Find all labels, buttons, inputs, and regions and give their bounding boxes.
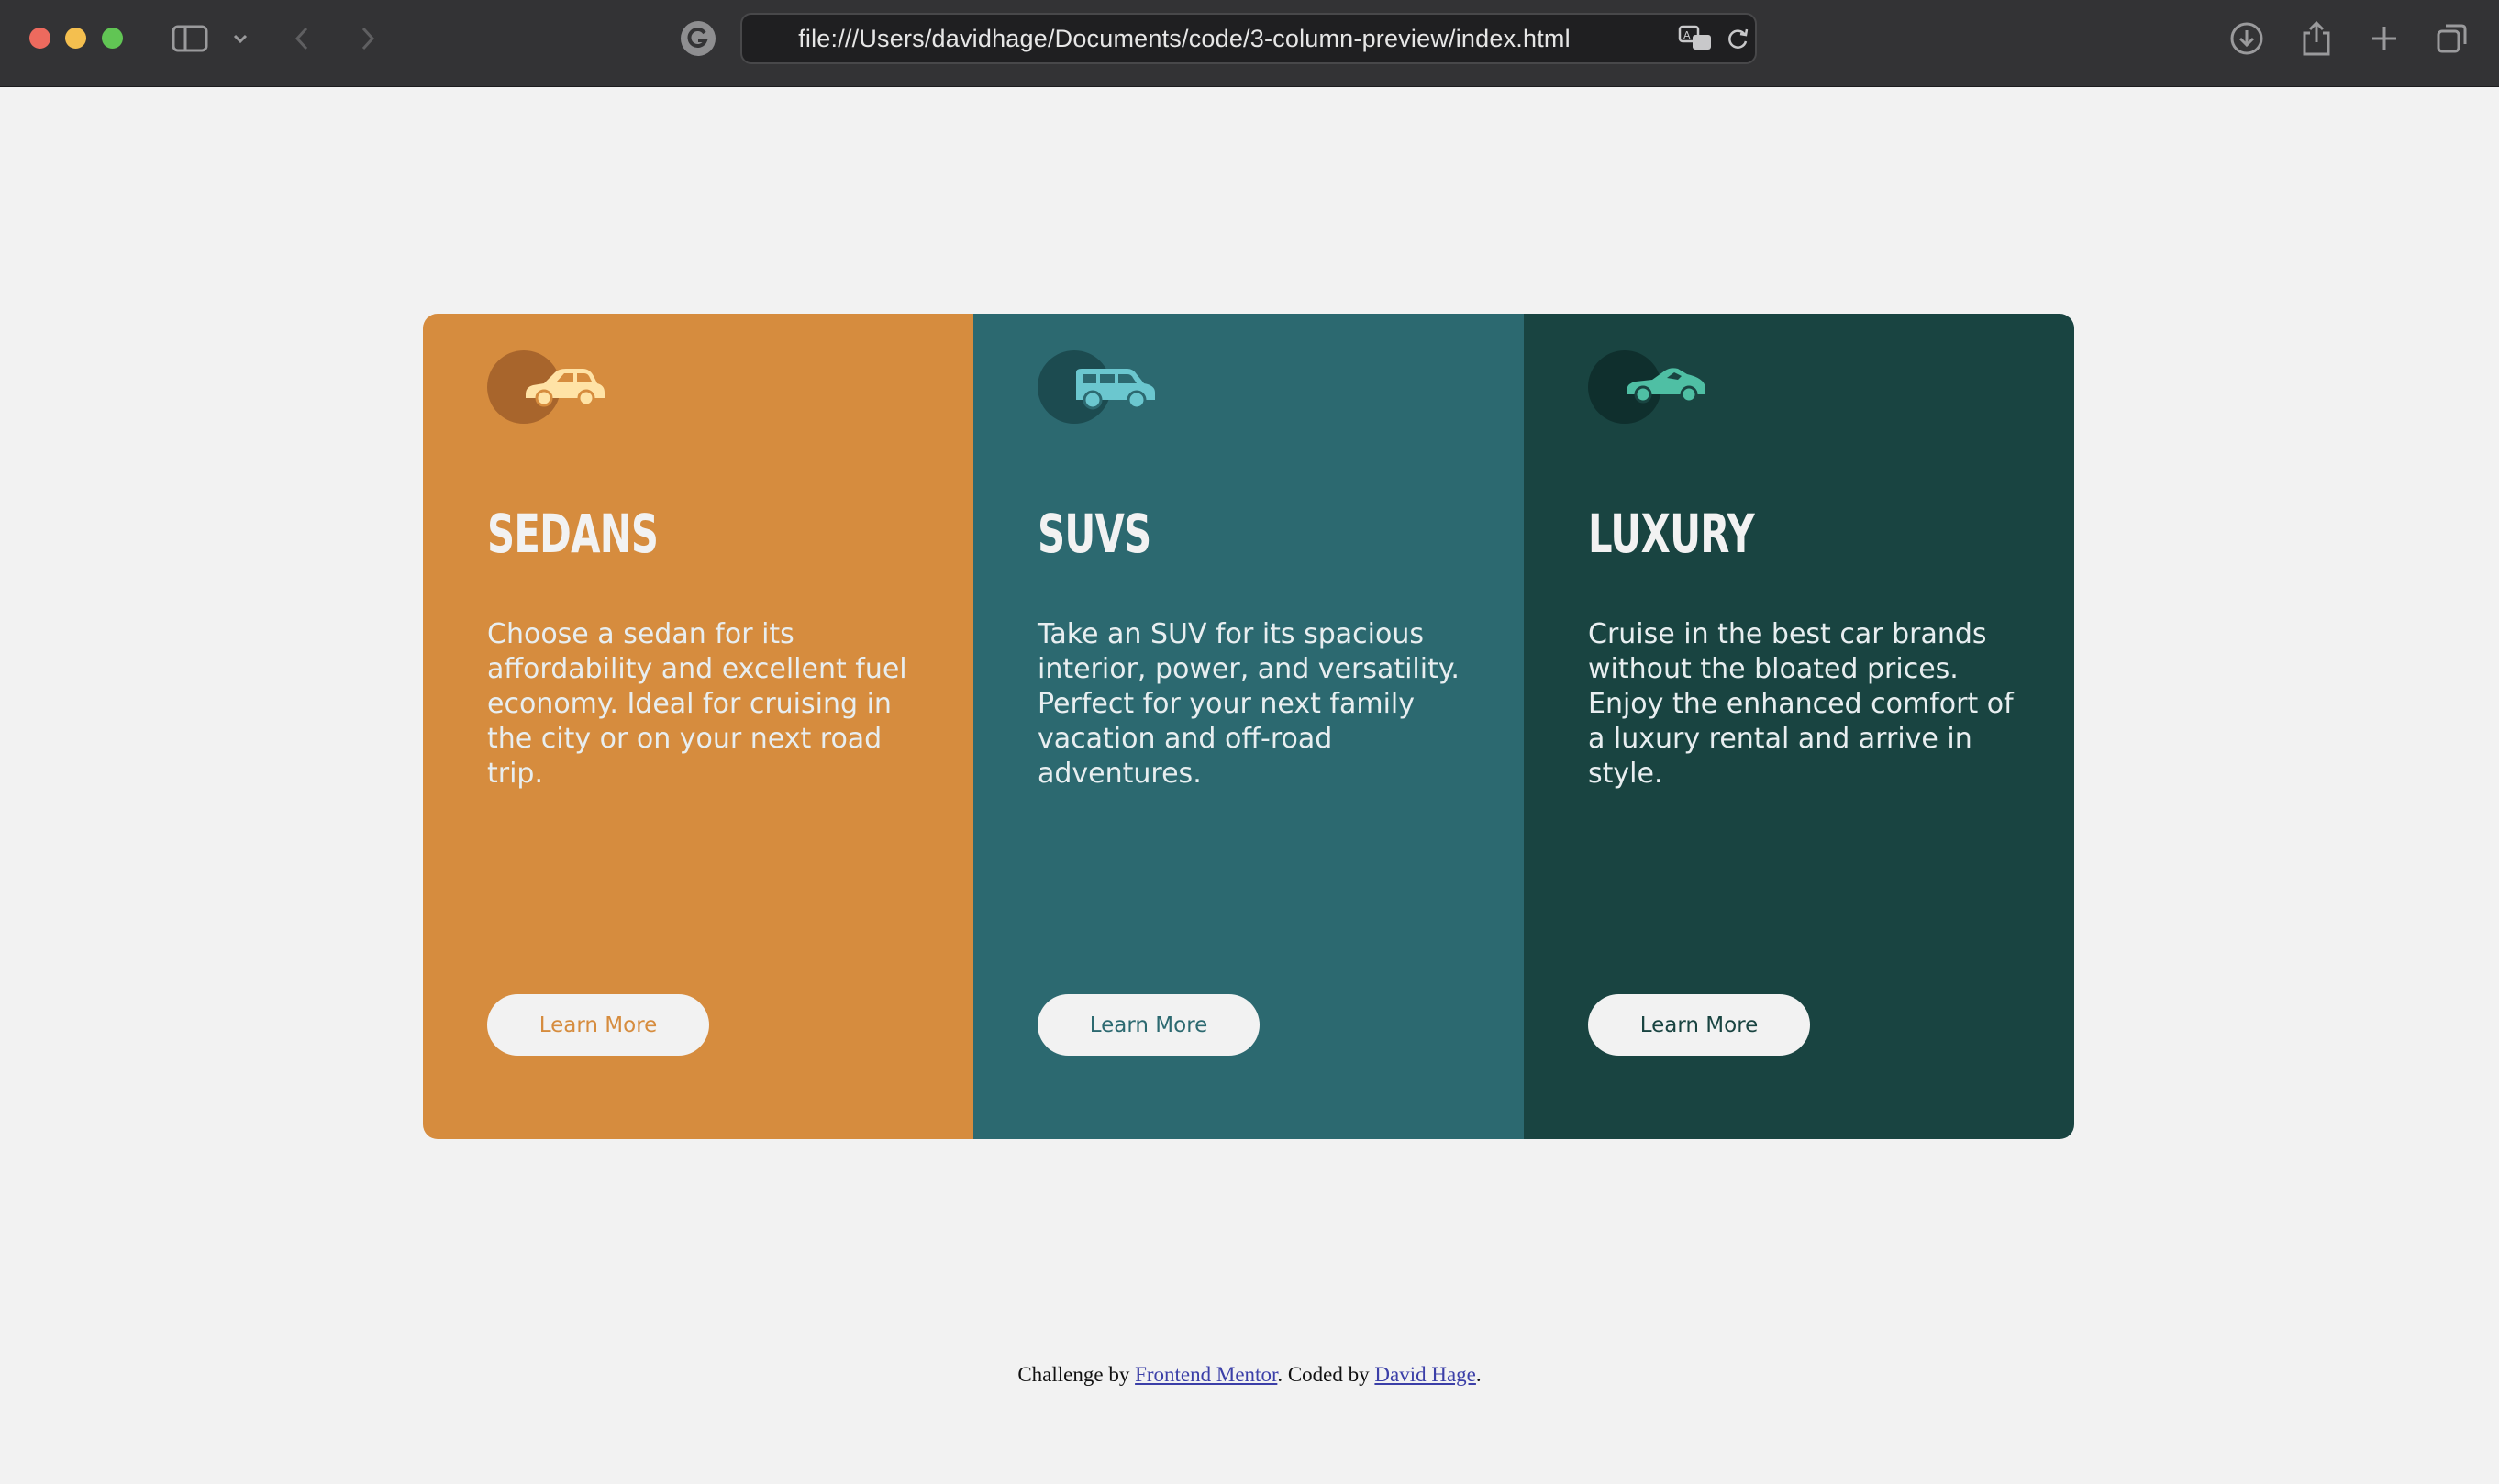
learn-more-button[interactable]: Learn More [1588,994,1810,1056]
attribution-middle: . Coded by [1277,1363,1375,1386]
card-description: Cruise in the best car brands without th… [1588,618,2014,790]
share-icon[interactable] [2297,20,2336,57]
address-bar[interactable]: file:///Users/davidhage/Documents/code/3… [740,13,1757,64]
card-luxury: LUXURY Cruise in the best car brands wit… [1524,314,2074,1139]
minimize-window-button[interactable] [65,28,86,49]
new-tab-icon[interactable] [2365,20,2404,57]
reload-icon[interactable] [1724,20,1751,57]
attribution-suffix: . [1475,1363,1482,1386]
card-description: Take an SUV for its spacious interior, p… [1038,618,1460,790]
sidebar-toggle-icon[interactable] [171,20,209,57]
downloads-icon[interactable] [2227,20,2266,57]
card-title: SUVS [1038,503,1151,565]
forward-icon[interactable] [356,20,380,57]
card-sedans: SEDANS Choose a sedan for its affordabil… [423,314,973,1139]
learn-more-button[interactable]: Learn More [487,994,709,1056]
zoom-window-button[interactable] [102,28,123,49]
back-icon[interactable] [290,20,314,57]
chevron-down-icon[interactable] [229,20,251,57]
card-suvs: SUVS Take an SUV for its spacious interi… [973,314,1524,1139]
card-title: LUXURY [1588,503,1755,565]
translate-icon[interactable]: A [1676,20,1716,57]
sedan-car-icon [487,350,606,424]
suv-car-icon [1038,350,1157,424]
browser-toolbar: file:///Users/davidhage/Documents/code/3… [0,0,2499,87]
card-description: Choose a sedan for its affordability and… [487,618,907,790]
close-window-button[interactable] [29,28,50,49]
attribution: Challenge by Frontend Mentor. Coded by D… [0,1363,2499,1387]
learn-more-button[interactable]: Learn More [1038,994,1260,1056]
card-group: SEDANS Choose a sedan for its affordabil… [423,314,2074,1139]
author-link[interactable]: David Hage [1374,1363,1476,1386]
tab-overview-icon[interactable] [2433,20,2471,57]
grammarly-extension-icon[interactable] [679,20,717,57]
attribution-prefix: Challenge by [1017,1363,1136,1386]
frontend-mentor-link[interactable]: Frontend Mentor [1135,1363,1277,1386]
card-title: SEDANS [487,503,659,565]
svg-text:A: A [1683,29,1691,41]
luxury-car-icon [1588,350,1707,424]
url-text[interactable]: file:///Users/davidhage/Documents/code/3… [742,15,1627,62]
